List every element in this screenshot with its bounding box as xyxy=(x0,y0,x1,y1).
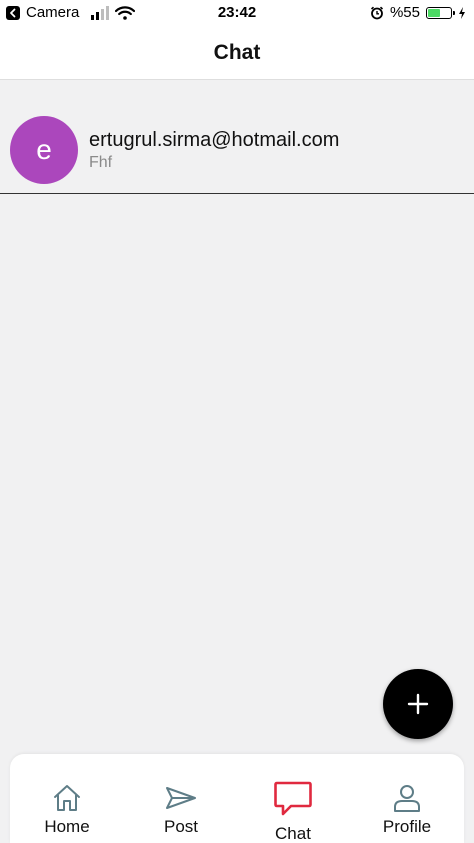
avatar-letter: e xyxy=(36,134,52,165)
new-chat-button[interactable] xyxy=(383,669,453,739)
home-icon xyxy=(54,785,80,811)
nav-item-chat[interactable]: Chat xyxy=(236,754,350,843)
plus-icon xyxy=(407,693,429,715)
avatar: e xyxy=(10,116,78,184)
chat-last-message: Fhf xyxy=(89,154,113,171)
battery-icon xyxy=(426,6,455,19)
nav-label-home: Home xyxy=(44,817,90,836)
nav-item-post[interactable]: Post xyxy=(124,754,238,843)
nav-label-profile: Profile xyxy=(382,817,432,836)
person-icon xyxy=(394,785,420,812)
nav-label-chat: Chat xyxy=(275,824,311,843)
status-right: %55 xyxy=(370,4,466,21)
chat-contact-name: ertugrul.sirma@hotmail.com xyxy=(89,129,340,151)
nav-item-profile[interactable]: Profile xyxy=(350,754,464,843)
chat-screen: Camera 23:42 %55 Chat e ertugrul.sirma@h… xyxy=(0,0,474,843)
bottom-navigation: Home Post Chat Profile xyxy=(10,754,464,843)
charging-icon xyxy=(459,6,465,19)
app-header: Chat xyxy=(0,28,474,80)
send-icon xyxy=(166,787,196,809)
alarm-icon xyxy=(370,6,384,19)
nav-label-post: Post xyxy=(163,817,199,836)
nav-item-home[interactable]: Home xyxy=(10,754,124,843)
battery-percentage: %55 xyxy=(389,4,420,21)
status-bar: Camera 23:42 %55 xyxy=(0,0,474,28)
chat-icon xyxy=(274,781,312,816)
chat-list-item[interactable]: e ertugrul.sirma@hotmail.com Fhf xyxy=(0,108,474,194)
page-title: Chat xyxy=(213,41,261,64)
